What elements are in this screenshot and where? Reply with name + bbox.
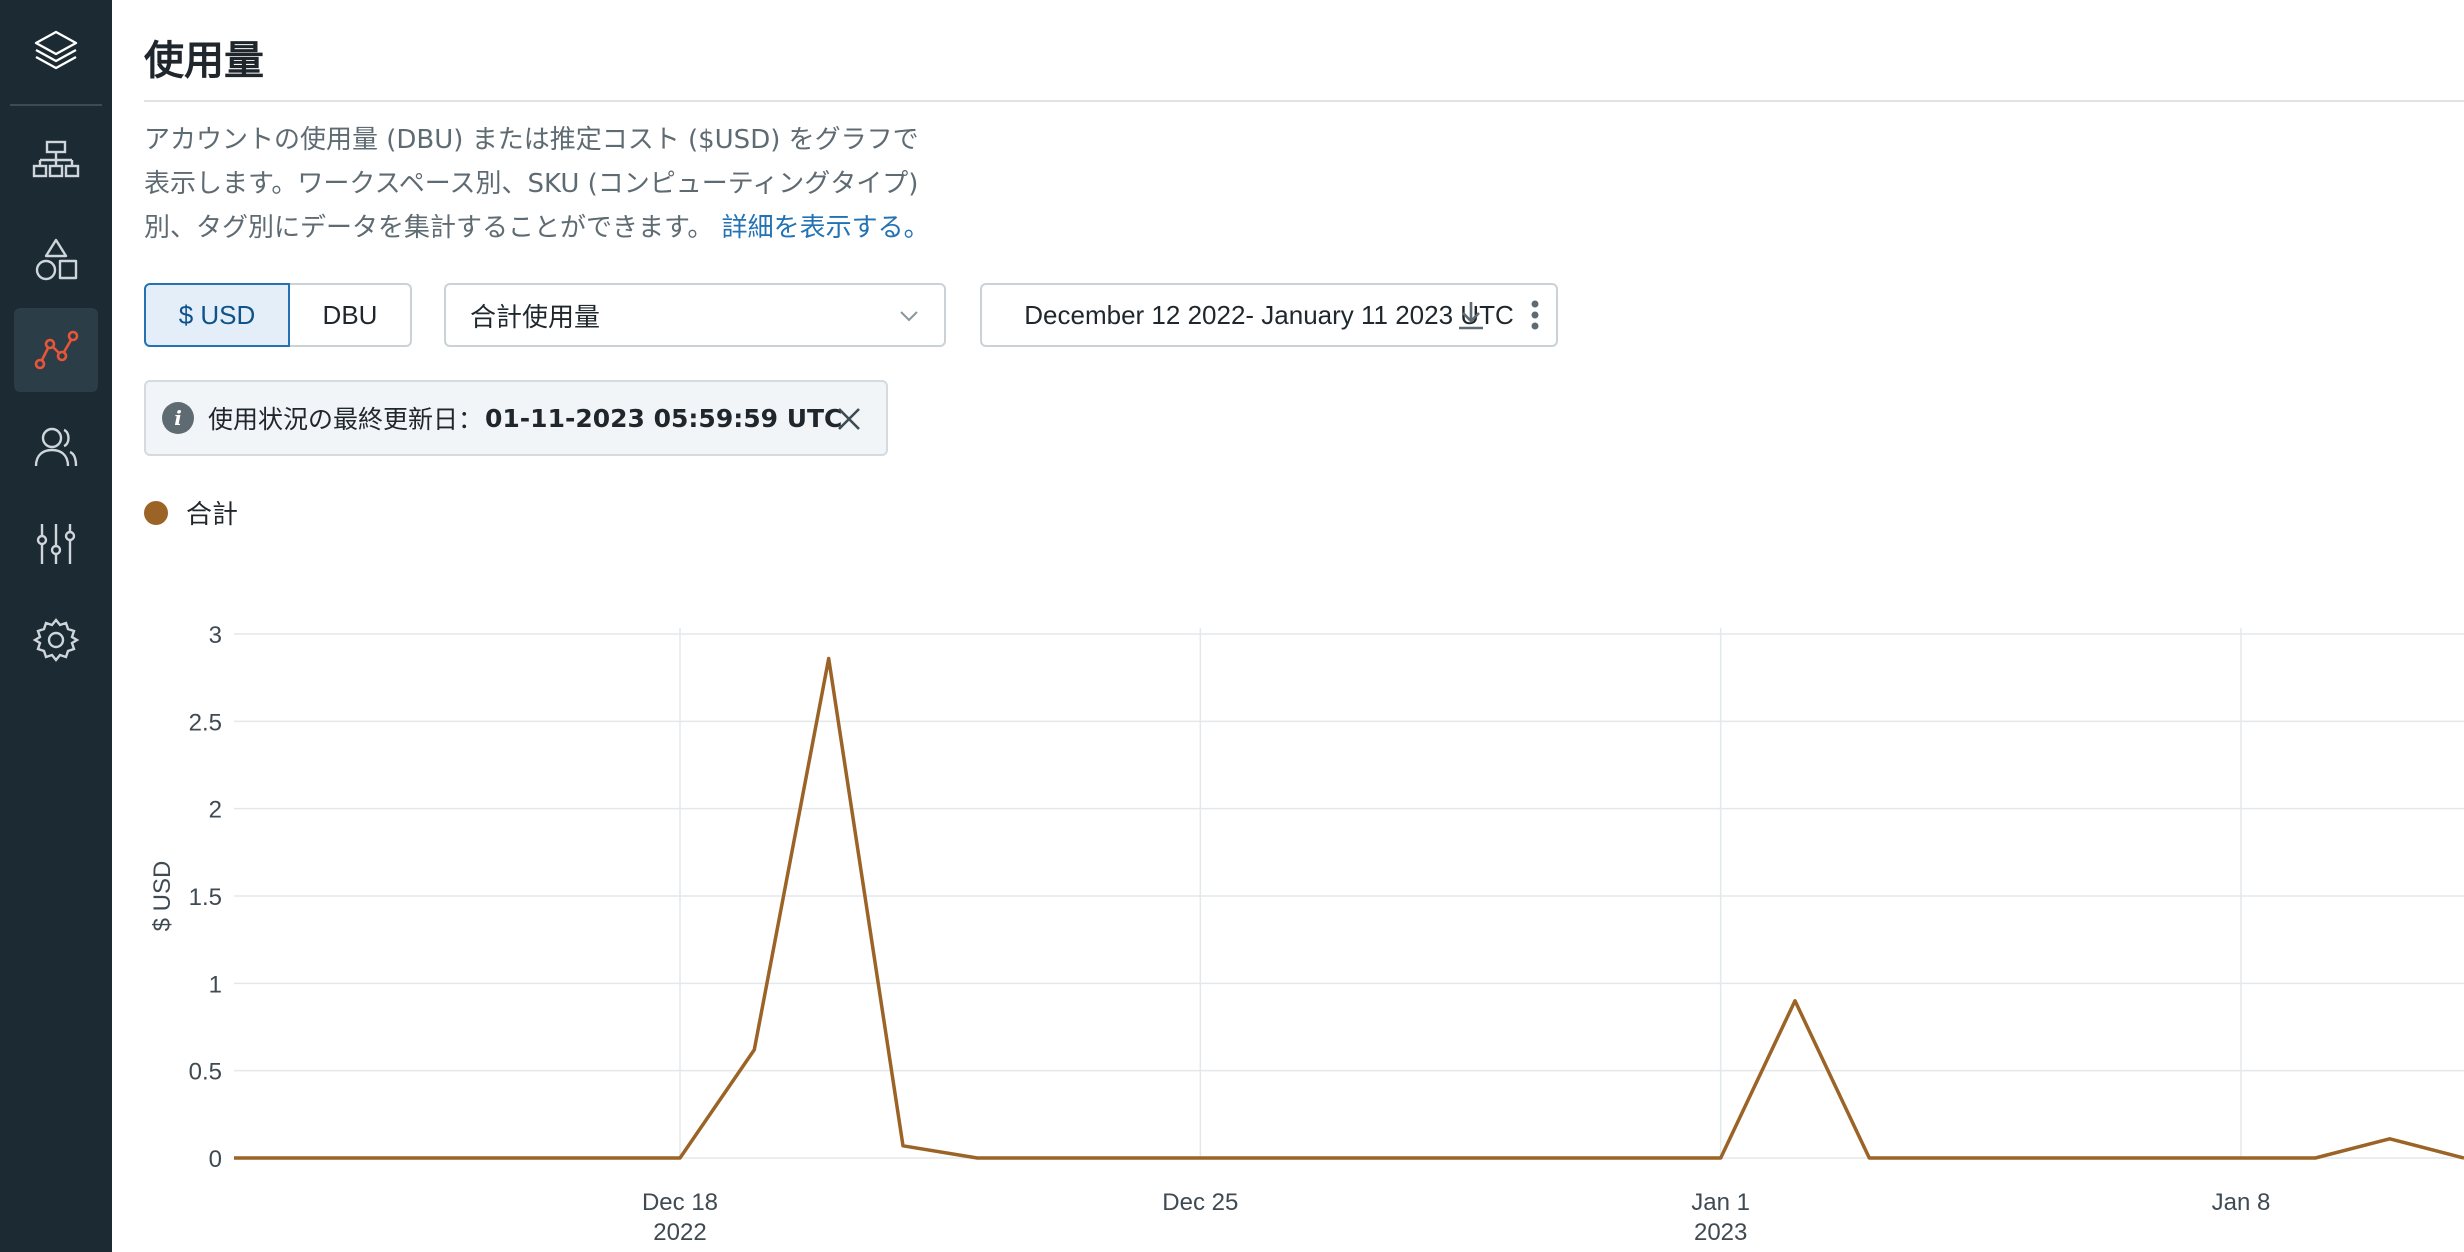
sidebar <box>0 0 112 1252</box>
y-tick-label: 2 <box>209 797 222 824</box>
description-line: 表示します。ワークスペース別、SKU (コンピューティングタイプ) <box>144 169 919 199</box>
settings-sliders-icon[interactable] <box>14 502 98 586</box>
unit-usd-button[interactable]: $ USD <box>144 283 290 347</box>
description-line: アカウントの使用量 (DBU) または推定コスト ($USD) をグラフで <box>144 125 919 155</box>
x-tick-label: Dec 18 <box>642 1189 718 1216</box>
y-tick-label: 1 <box>209 971 222 998</box>
info-icon: i <box>162 402 194 434</box>
description-line-text: 別、タグ別にデータを集計することができます。 <box>144 213 714 243</box>
layers-icon[interactable] <box>14 10 98 94</box>
chart-legend: 合計 <box>144 494 238 531</box>
notice-timestamp: 01-11-2023 05:59:59 UTC <box>485 403 843 433</box>
legend-swatch <box>144 500 168 525</box>
x-tick-label: Dec 25 <box>1162 1189 1238 1216</box>
chevron-down-icon <box>896 303 922 336</box>
more-options-icon[interactable] <box>1510 290 1560 340</box>
usage-chart: 0 0.5 1 1.5 2 2.5 3 Dec 18 2022 Dec 25 Jan 1 2023 Ja… <box>149 622 2464 1246</box>
notice-label: 使用状況の最終更新日： <box>208 405 484 434</box>
data-icon[interactable] <box>14 218 98 302</box>
usage-icon[interactable] <box>14 308 98 392</box>
aggregation-value: 合計使用量 <box>470 302 601 333</box>
page-description: アカウントの使用量 (DBU) または推定コスト ($USD) をグラフで 表示… <box>144 118 1004 250</box>
series-line <box>234 656 2464 1160</box>
legend-label: 合計 <box>186 500 239 530</box>
y-tick-label: 1.5 <box>189 884 222 911</box>
page-title: 使用量 <box>144 38 264 84</box>
y-axis-label: $ USD <box>149 861 176 932</box>
x-tick-label: Jan 1 <box>1691 1189 1750 1216</box>
y-tick-label: 0.5 <box>189 1059 222 1086</box>
unit-dbu-button[interactable]: DBU <box>290 283 412 347</box>
sidebar-divider <box>10 104 102 106</box>
title-divider <box>144 100 2464 102</box>
last-updated-notice: i 使用状況の最終更新日： 01-11-2023 05:59:59 UTC <box>144 380 888 456</box>
x-tick-sublabel: 2022 <box>653 1219 706 1246</box>
y-tick-label: 2.5 <box>189 709 222 736</box>
aggregation-select[interactable]: 合計使用量 <box>444 283 946 347</box>
workspaces-icon[interactable] <box>14 118 98 202</box>
x-tick-sublabel: 2023 <box>1694 1219 1747 1246</box>
close-icon[interactable] <box>832 402 866 442</box>
download-icon[interactable] <box>1446 290 1496 340</box>
y-tick-label: 3 <box>209 622 222 649</box>
user-icon[interactable] <box>14 406 98 490</box>
y-tick-label: 0 <box>209 1146 222 1173</box>
gear-icon[interactable] <box>14 598 98 682</box>
learn-more-link[interactable]: 詳細を表示する。 <box>722 213 930 243</box>
x-tick-label: Jan 8 <box>2212 1189 2271 1216</box>
description-line: 別、タグ別にデータを集計することができます。 詳細を表示する。 <box>144 206 1004 250</box>
